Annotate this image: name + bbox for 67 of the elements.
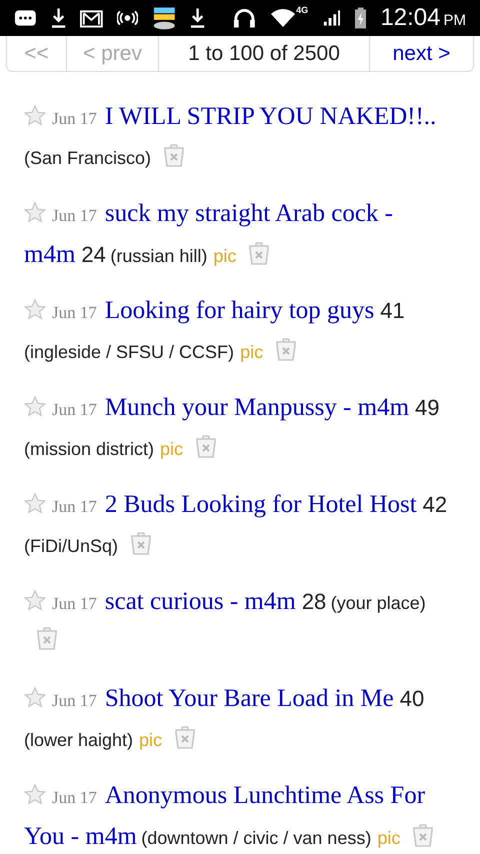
- headphones-icon: [233, 7, 256, 29]
- hide-icon[interactable]: [174, 726, 196, 750]
- battery-icon: [355, 7, 366, 29]
- star-icon[interactable]: [24, 299, 46, 320]
- hide-icon[interactable]: [130, 532, 152, 556]
- hide-icon[interactable]: [195, 435, 218, 459]
- hide-icon[interactable]: [163, 144, 186, 168]
- post-location: (downtown / civic / van ness): [141, 828, 372, 848]
- pic-tag: pic: [160, 439, 184, 459]
- post-date: Jun 17: [52, 109, 97, 128]
- post-date: Jun 17: [52, 691, 97, 710]
- game-logo-icon: [152, 5, 176, 31]
- post-age: 42: [422, 492, 448, 517]
- post-title[interactable]: m4m: [24, 241, 76, 268]
- post-title[interactable]: I WILL STRIP YOU NAKED!!..: [104, 103, 436, 130]
- download-icon: [190, 7, 206, 29]
- post-location: (FiDi/UnSq): [24, 536, 118, 556]
- post-age: 41: [380, 298, 405, 323]
- post-age: 24: [81, 242, 106, 267]
- post-title[interactable]: You - m4m: [24, 823, 137, 850]
- star-icon[interactable]: [24, 784, 46, 805]
- mail-icon: [80, 8, 103, 28]
- post-date: Jun 17: [52, 206, 97, 225]
- post-age: 40: [400, 686, 424, 711]
- pic-tag: pic: [377, 828, 400, 848]
- signal-icon: [322, 9, 342, 27]
- download-icon: [50, 7, 66, 29]
- star-icon[interactable]: [24, 590, 46, 611]
- clock: 12:04 PM: [380, 3, 466, 33]
- post-date: Jun 17: [52, 788, 97, 807]
- pic-tag: pic: [240, 342, 264, 362]
- post-location: (San Francisco): [24, 148, 152, 168]
- post-date: Jun 17: [52, 594, 97, 613]
- next-button[interactable]: next >: [370, 36, 473, 71]
- post-date: Jun 17: [52, 400, 97, 419]
- post-title[interactable]: Anonymous Lunchtime Ass For: [104, 782, 426, 809]
- hide-icon[interactable]: [248, 242, 270, 266]
- star-icon[interactable]: [24, 493, 46, 514]
- hide-icon[interactable]: [412, 824, 434, 848]
- wifi-icon: [270, 8, 296, 28]
- radio-icon: [116, 9, 138, 27]
- star-icon[interactable]: [24, 202, 46, 223]
- post-location: (your place): [330, 593, 426, 613]
- post-age: 49: [415, 395, 440, 420]
- post-location: (russian hill): [110, 246, 208, 266]
- post-title[interactable]: Munch your Manpussy - m4m: [104, 394, 410, 421]
- star-icon[interactable]: [24, 105, 46, 126]
- message-icon: [14, 9, 37, 27]
- post-title[interactable]: scat curious - m4m: [104, 588, 296, 615]
- post-age: 28: [302, 589, 326, 614]
- post-title[interactable]: Looking for hairy top guys: [104, 297, 374, 324]
- post-date: Jun 17: [52, 497, 97, 516]
- post-title[interactable]: suck my straight Arab cock -: [104, 200, 393, 227]
- hide-icon[interactable]: [275, 338, 298, 362]
- post-location: (ingleside / SFSU / CCSF): [24, 342, 234, 362]
- pic-tag: pic: [213, 246, 236, 266]
- post-title[interactable]: 2 Buds Looking for Hotel Host: [104, 491, 417, 518]
- post-location: (lower haight): [24, 730, 134, 750]
- network-label: 4G: [296, 6, 308, 15]
- pic-tag: pic: [139, 730, 162, 750]
- post-location: (mission district): [24, 439, 154, 459]
- post-title[interactable]: Shoot Your Bare Load in Me: [104, 685, 394, 712]
- post-date: Jun 17: [52, 303, 97, 322]
- hide-icon[interactable]: [36, 627, 58, 651]
- star-icon[interactable]: [24, 687, 46, 708]
- star-icon[interactable]: [24, 396, 46, 417]
- page-range: 1 to 100 of 2500: [159, 36, 370, 71]
